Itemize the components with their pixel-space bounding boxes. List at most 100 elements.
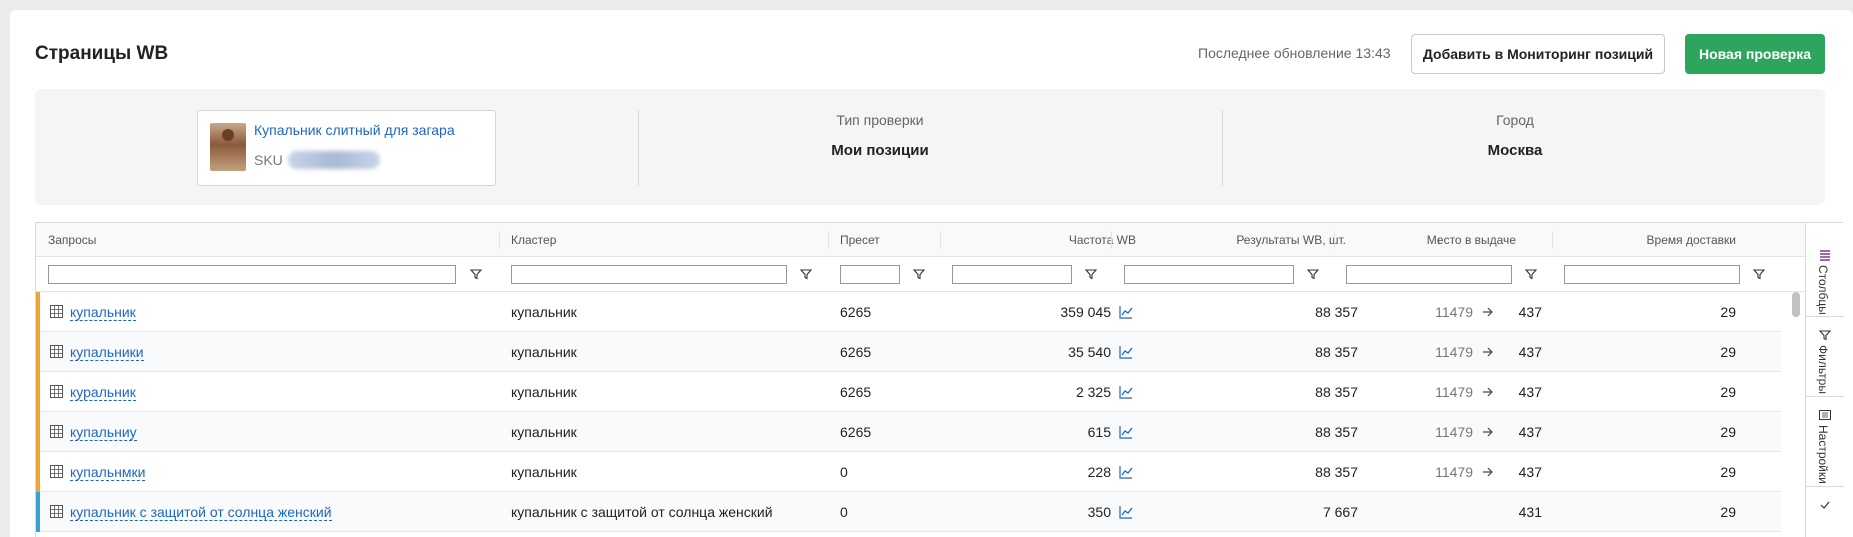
column-header-cluster[interactable]: Кластер bbox=[511, 233, 556, 247]
product-card[interactable]: Купальник слитный для загара SKU bbox=[197, 110, 496, 186]
scrollbar-thumb[interactable] bbox=[1792, 292, 1800, 317]
column-separator[interactable] bbox=[828, 231, 829, 249]
query-link[interactable]: купальник bbox=[70, 304, 136, 321]
filter-icon[interactable] bbox=[1525, 268, 1537, 280]
column-header-results[interactable]: Результаты WB, шт. bbox=[1146, 233, 1346, 247]
trend-chart-icon[interactable] bbox=[1119, 505, 1133, 519]
new-check-button[interactable]: Новая проверка bbox=[1685, 34, 1825, 74]
product-name-link[interactable]: Купальник слитный для загара bbox=[254, 122, 455, 138]
filter-icon bbox=[1819, 330, 1831, 341]
position-to-cell: 437 bbox=[1518, 464, 1542, 480]
filter-icon[interactable] bbox=[1307, 268, 1319, 280]
delivery-cell: 29 bbox=[1720, 464, 1736, 480]
last-update-text: Последнее обновление 13:43 bbox=[1198, 45, 1391, 61]
add-to-monitoring-button[interactable]: Добавить в Мониторинг позиций bbox=[1411, 34, 1665, 74]
table-row[interactable]: купальнмки купальник 0 228 88 357 11479 437 29 bbox=[36, 452, 1781, 492]
query-link[interactable]: куральник bbox=[70, 384, 136, 401]
filter-input-queries[interactable] bbox=[48, 265, 456, 284]
preset-cell: 0 bbox=[840, 504, 848, 520]
table-grid-icon[interactable] bbox=[50, 385, 63, 398]
table-grid-icon[interactable] bbox=[50, 425, 63, 438]
row-status-bar bbox=[36, 452, 40, 492]
filter-icon[interactable] bbox=[1753, 268, 1765, 280]
results-cell: 7 667 bbox=[1322, 504, 1358, 520]
city-label: Город bbox=[1496, 112, 1534, 128]
results-cell: 88 357 bbox=[1315, 384, 1358, 400]
table-row[interactable]: куральник купальник 6265 2 325 88 357 11479 43… bbox=[36, 372, 1781, 412]
column-separator[interactable] bbox=[1111, 231, 1112, 249]
preset-cell: 6265 bbox=[840, 384, 872, 400]
column-separator[interactable] bbox=[499, 231, 500, 249]
query-link[interactable]: купальниу bbox=[70, 424, 137, 441]
table-row[interactable]: купальник купальник 6265 359 045 88 357 11479… bbox=[36, 292, 1781, 332]
sidebar-tab-columns[interactable]: Столбцы bbox=[1806, 223, 1844, 317]
frequency-cell: 35 540 bbox=[1068, 344, 1111, 360]
preset-cell: 0 bbox=[840, 464, 848, 480]
sidebar-tab-settings[interactable]: Настройки bbox=[1806, 397, 1844, 487]
filter-input-cluster[interactable] bbox=[511, 265, 787, 284]
table-row[interactable]: купальниу купальник 6265 615 88 357 11479 437 2… bbox=[36, 412, 1781, 452]
query-link[interactable]: купальник с защитой от солнца женский bbox=[70, 504, 332, 521]
filter-input-position[interactable] bbox=[1346, 265, 1512, 284]
product-thumbnail bbox=[210, 123, 246, 171]
check-type-value: Мои позиции bbox=[831, 142, 929, 159]
query-link[interactable]: купальнмки bbox=[70, 464, 146, 481]
settings-icon bbox=[1819, 410, 1831, 420]
preset-cell: 6265 bbox=[840, 304, 872, 320]
check-type-label: Тип проверки bbox=[836, 112, 924, 128]
column-header-frequency[interactable]: Частота WB bbox=[986, 233, 1136, 247]
city-block: Город Москва bbox=[1455, 112, 1575, 159]
preset-cell: 6265 bbox=[840, 424, 872, 440]
trend-chart-icon[interactable] bbox=[1119, 425, 1133, 439]
column-header-queries[interactable]: Запросы bbox=[48, 233, 96, 247]
sidebar-tab-check[interactable] bbox=[1806, 487, 1844, 537]
cluster-cell: купальник bbox=[511, 424, 577, 440]
column-header-delivery[interactable]: Время доставки bbox=[1596, 233, 1736, 247]
columns-icon bbox=[1820, 250, 1830, 261]
filter-icon[interactable] bbox=[913, 268, 925, 280]
filter-input-delivery[interactable] bbox=[1564, 265, 1740, 284]
table-grid-icon[interactable] bbox=[50, 505, 63, 518]
queries-table: Запросы Кластер Пресет Частота WB Резуль… bbox=[35, 222, 1807, 537]
table-row[interactable]: купальник с защитой от солнца женский куп… bbox=[36, 492, 1781, 532]
results-cell: 88 357 bbox=[1315, 464, 1358, 480]
table-header: Запросы Кластер Пресет Частота WB Резуль… bbox=[36, 223, 1806, 257]
results-cell: 88 357 bbox=[1315, 424, 1358, 440]
position-to-cell: 437 bbox=[1518, 424, 1542, 440]
filter-icon[interactable] bbox=[470, 268, 482, 280]
table-row[interactable]: купальники купальник 6265 35 540 88 357 11479… bbox=[36, 332, 1781, 372]
sidebar-label-settings: Настройки bbox=[1816, 425, 1830, 484]
column-header-position[interactable]: Место в выдаче bbox=[1411, 233, 1516, 247]
trend-chart-icon[interactable] bbox=[1119, 345, 1133, 359]
row-status-bar bbox=[36, 332, 40, 372]
position-from-cell: 11479 bbox=[1435, 344, 1473, 360]
table-grid-icon[interactable] bbox=[50, 345, 63, 358]
frequency-cell: 359 045 bbox=[1060, 304, 1111, 320]
trend-chart-icon[interactable] bbox=[1119, 305, 1133, 319]
filter-input-preset[interactable] bbox=[840, 265, 900, 284]
filter-input-results[interactable] bbox=[1124, 265, 1294, 284]
delivery-cell: 29 bbox=[1720, 384, 1736, 400]
table-grid-icon[interactable] bbox=[50, 465, 63, 478]
frequency-cell: 350 bbox=[1087, 504, 1111, 520]
query-link[interactable]: купальники bbox=[70, 344, 144, 361]
trend-chart-icon[interactable] bbox=[1119, 385, 1133, 399]
row-status-bar bbox=[36, 372, 40, 412]
sidebar-tab-filters[interactable]: Фильтры bbox=[1806, 317, 1844, 397]
check-type-block: Тип проверки Мои позиции bbox=[810, 112, 950, 159]
sku-value-blurred bbox=[288, 151, 380, 169]
filter-input-frequency[interactable] bbox=[952, 265, 1072, 284]
column-separator[interactable] bbox=[940, 231, 941, 249]
column-header-preset[interactable]: Пресет bbox=[840, 233, 880, 247]
table-grid-icon[interactable] bbox=[50, 305, 63, 318]
filter-row bbox=[36, 257, 1806, 292]
cluster-cell: купальник bbox=[511, 384, 577, 400]
trend-chart-icon[interactable] bbox=[1119, 465, 1133, 479]
row-status-bar bbox=[36, 292, 40, 332]
filter-icon[interactable] bbox=[800, 268, 812, 280]
filter-icon[interactable] bbox=[1085, 268, 1097, 280]
column-separator[interactable] bbox=[1334, 231, 1335, 249]
preset-cell: 6265 bbox=[840, 344, 872, 360]
column-separator[interactable] bbox=[1552, 231, 1553, 249]
position-to-cell: 437 bbox=[1518, 384, 1542, 400]
